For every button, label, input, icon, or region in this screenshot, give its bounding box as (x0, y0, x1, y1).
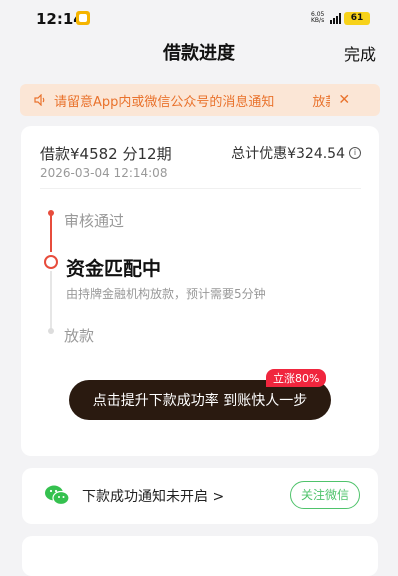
wechat-icon (45, 485, 70, 506)
signal-icon (330, 12, 341, 24)
step-current-ring (44, 255, 58, 269)
bottom-card (22, 536, 378, 576)
nav-bar: 借款进度 完成 (0, 34, 398, 72)
notification-app-icon (76, 11, 90, 25)
step-fund-matching: 资金匹配中 (66, 258, 162, 280)
net-speed: 6.05 KB/s (311, 11, 325, 24)
step-fund-matching-desc: 由持牌金融机构放款，预计需要5分钟 (66, 287, 266, 301)
system-icons: 6.05 KB/s 61 (311, 11, 370, 25)
step-pending-dot (48, 328, 54, 334)
divider (40, 188, 361, 189)
timeline-line-done (50, 214, 52, 252)
battery-icon: 61 (344, 11, 370, 25)
loan-progress-card: 借款¥4582 分12期 总计优惠¥324.54 i 2026-03-04 12… (21, 126, 379, 456)
follow-wechat-button[interactable]: 关注微信 (289, 481, 360, 509)
step-disbursement: 放款 (64, 327, 95, 345)
notice-text: 请留意App内或微信公众号的消息通知 (54, 94, 275, 110)
done-button[interactable]: 完成 (344, 41, 376, 65)
timeline-line-pending (50, 271, 52, 329)
status-bar: 12:14 6.05 KB/s 61 (0, 0, 398, 34)
step-done-dot (48, 210, 54, 216)
notice-text-continued: 放款 (312, 94, 330, 110)
speaker-icon (34, 94, 45, 106)
discount-text: 总计优惠¥324.54 (231, 146, 345, 162)
discount-total[interactable]: 总计优惠¥324.54 i (231, 143, 361, 163)
page-title: 借款进度 (163, 43, 235, 64)
notification-setting-link[interactable]: 下款成功通知未开启 > (82, 486, 224, 506)
info-icon[interactable]: i (349, 147, 361, 159)
step-review-passed: 审核通过 (64, 212, 125, 230)
loan-summary: 借款¥4582 分12期 (40, 145, 172, 163)
close-icon[interactable]: ✕ (338, 92, 350, 108)
notification-card: 下款成功通知未开启 > 关注微信 (22, 468, 378, 524)
notice-bar: 请留意App内或微信公众号的消息通知 放款 ✕ (20, 84, 380, 116)
boost-badge: 立涨80% (266, 369, 327, 387)
timestamp: 2026-03-04 12:14:08 (40, 166, 168, 180)
